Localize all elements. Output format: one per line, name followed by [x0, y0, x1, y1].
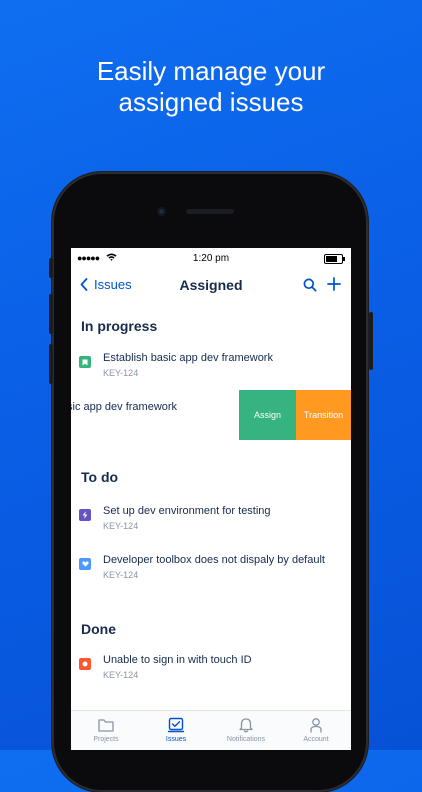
tab-label: Notifications: [226, 736, 266, 743]
search-icon: [303, 278, 317, 292]
swiped-issue-title: sic app dev framework: [71, 401, 178, 413]
tab-projects[interactable]: Projects: [71, 711, 141, 750]
section-title-in-progress: In progress: [81, 318, 158, 334]
phone-volume-down: [49, 344, 53, 384]
issue-title: Set up dev environment for testing: [103, 505, 271, 517]
tab-issues[interactable]: Issues: [141, 711, 211, 750]
folder-icon: [97, 717, 115, 733]
navigation-bar: Issues Assigned: [71, 270, 351, 302]
issue-title: Establish basic app dev framework: [103, 352, 273, 364]
bell-icon: [237, 717, 255, 733]
phone-power-button: [369, 312, 373, 370]
front-camera: [157, 207, 166, 216]
assign-action-button[interactable]: Assign: [239, 390, 296, 440]
transition-action-button[interactable]: Transition: [296, 390, 351, 440]
tab-label: Account: [303, 736, 329, 743]
section-title-done: Done: [81, 621, 116, 637]
search-button[interactable]: [303, 278, 317, 297]
add-button[interactable]: [327, 277, 341, 296]
issue-key: KEY-124: [103, 570, 139, 580]
battery-icon: [324, 254, 345, 264]
issue-row[interactable]: Establish basic app dev framework KEY-12…: [71, 352, 351, 392]
swiped-issue-row[interactable]: sic app dev framework Assign Transition: [71, 390, 351, 440]
issue-row[interactable]: Developer toolbox does not dispaly by de…: [71, 554, 351, 594]
story-icon: [79, 356, 91, 368]
issue-key: KEY-124: [103, 368, 139, 378]
marketing-headline: Easily manage your assigned issues: [0, 56, 422, 118]
status-bar: ●●●●● 1:20 pm: [71, 248, 351, 270]
phone-mute-switch: [49, 258, 53, 278]
issue-row[interactable]: Set up dev environment for testing KEY-1…: [71, 505, 351, 545]
tab-bar: Projects Issues Notifications Account: [71, 710, 351, 750]
phone-volume-up: [49, 294, 53, 334]
issue-key: KEY-124: [103, 670, 139, 680]
tab-label: Projects: [93, 736, 119, 743]
issue-title: Unable to sign in with touch ID: [103, 654, 252, 666]
earpiece-speaker: [186, 209, 234, 214]
person-icon: [307, 717, 325, 733]
epic-icon: [79, 509, 91, 521]
issue-row[interactable]: Unable to sign in with touch ID KEY-124: [71, 654, 351, 694]
section-title-to-do: To do: [81, 469, 119, 485]
plus-icon: [327, 277, 341, 291]
tab-account[interactable]: Account: [281, 711, 351, 750]
bug-icon: [79, 658, 91, 670]
tab-notifications[interactable]: Notifications: [211, 711, 281, 750]
tab-label: Issues: [165, 736, 187, 743]
status-time: 1:20 pm: [192, 253, 230, 264]
issues-icon: [167, 717, 185, 733]
issue-title: Developer toolbox does not dispaly by de…: [103, 554, 325, 566]
task-icon: [79, 558, 91, 570]
headline-line-1: Easily manage your: [96, 56, 326, 86]
issue-key: KEY-124: [103, 521, 139, 531]
headline-line-2: assigned issues: [118, 87, 304, 117]
phone-screen: ●●●●● 1:20 pm Issues Assigned In progres…: [71, 248, 351, 750]
